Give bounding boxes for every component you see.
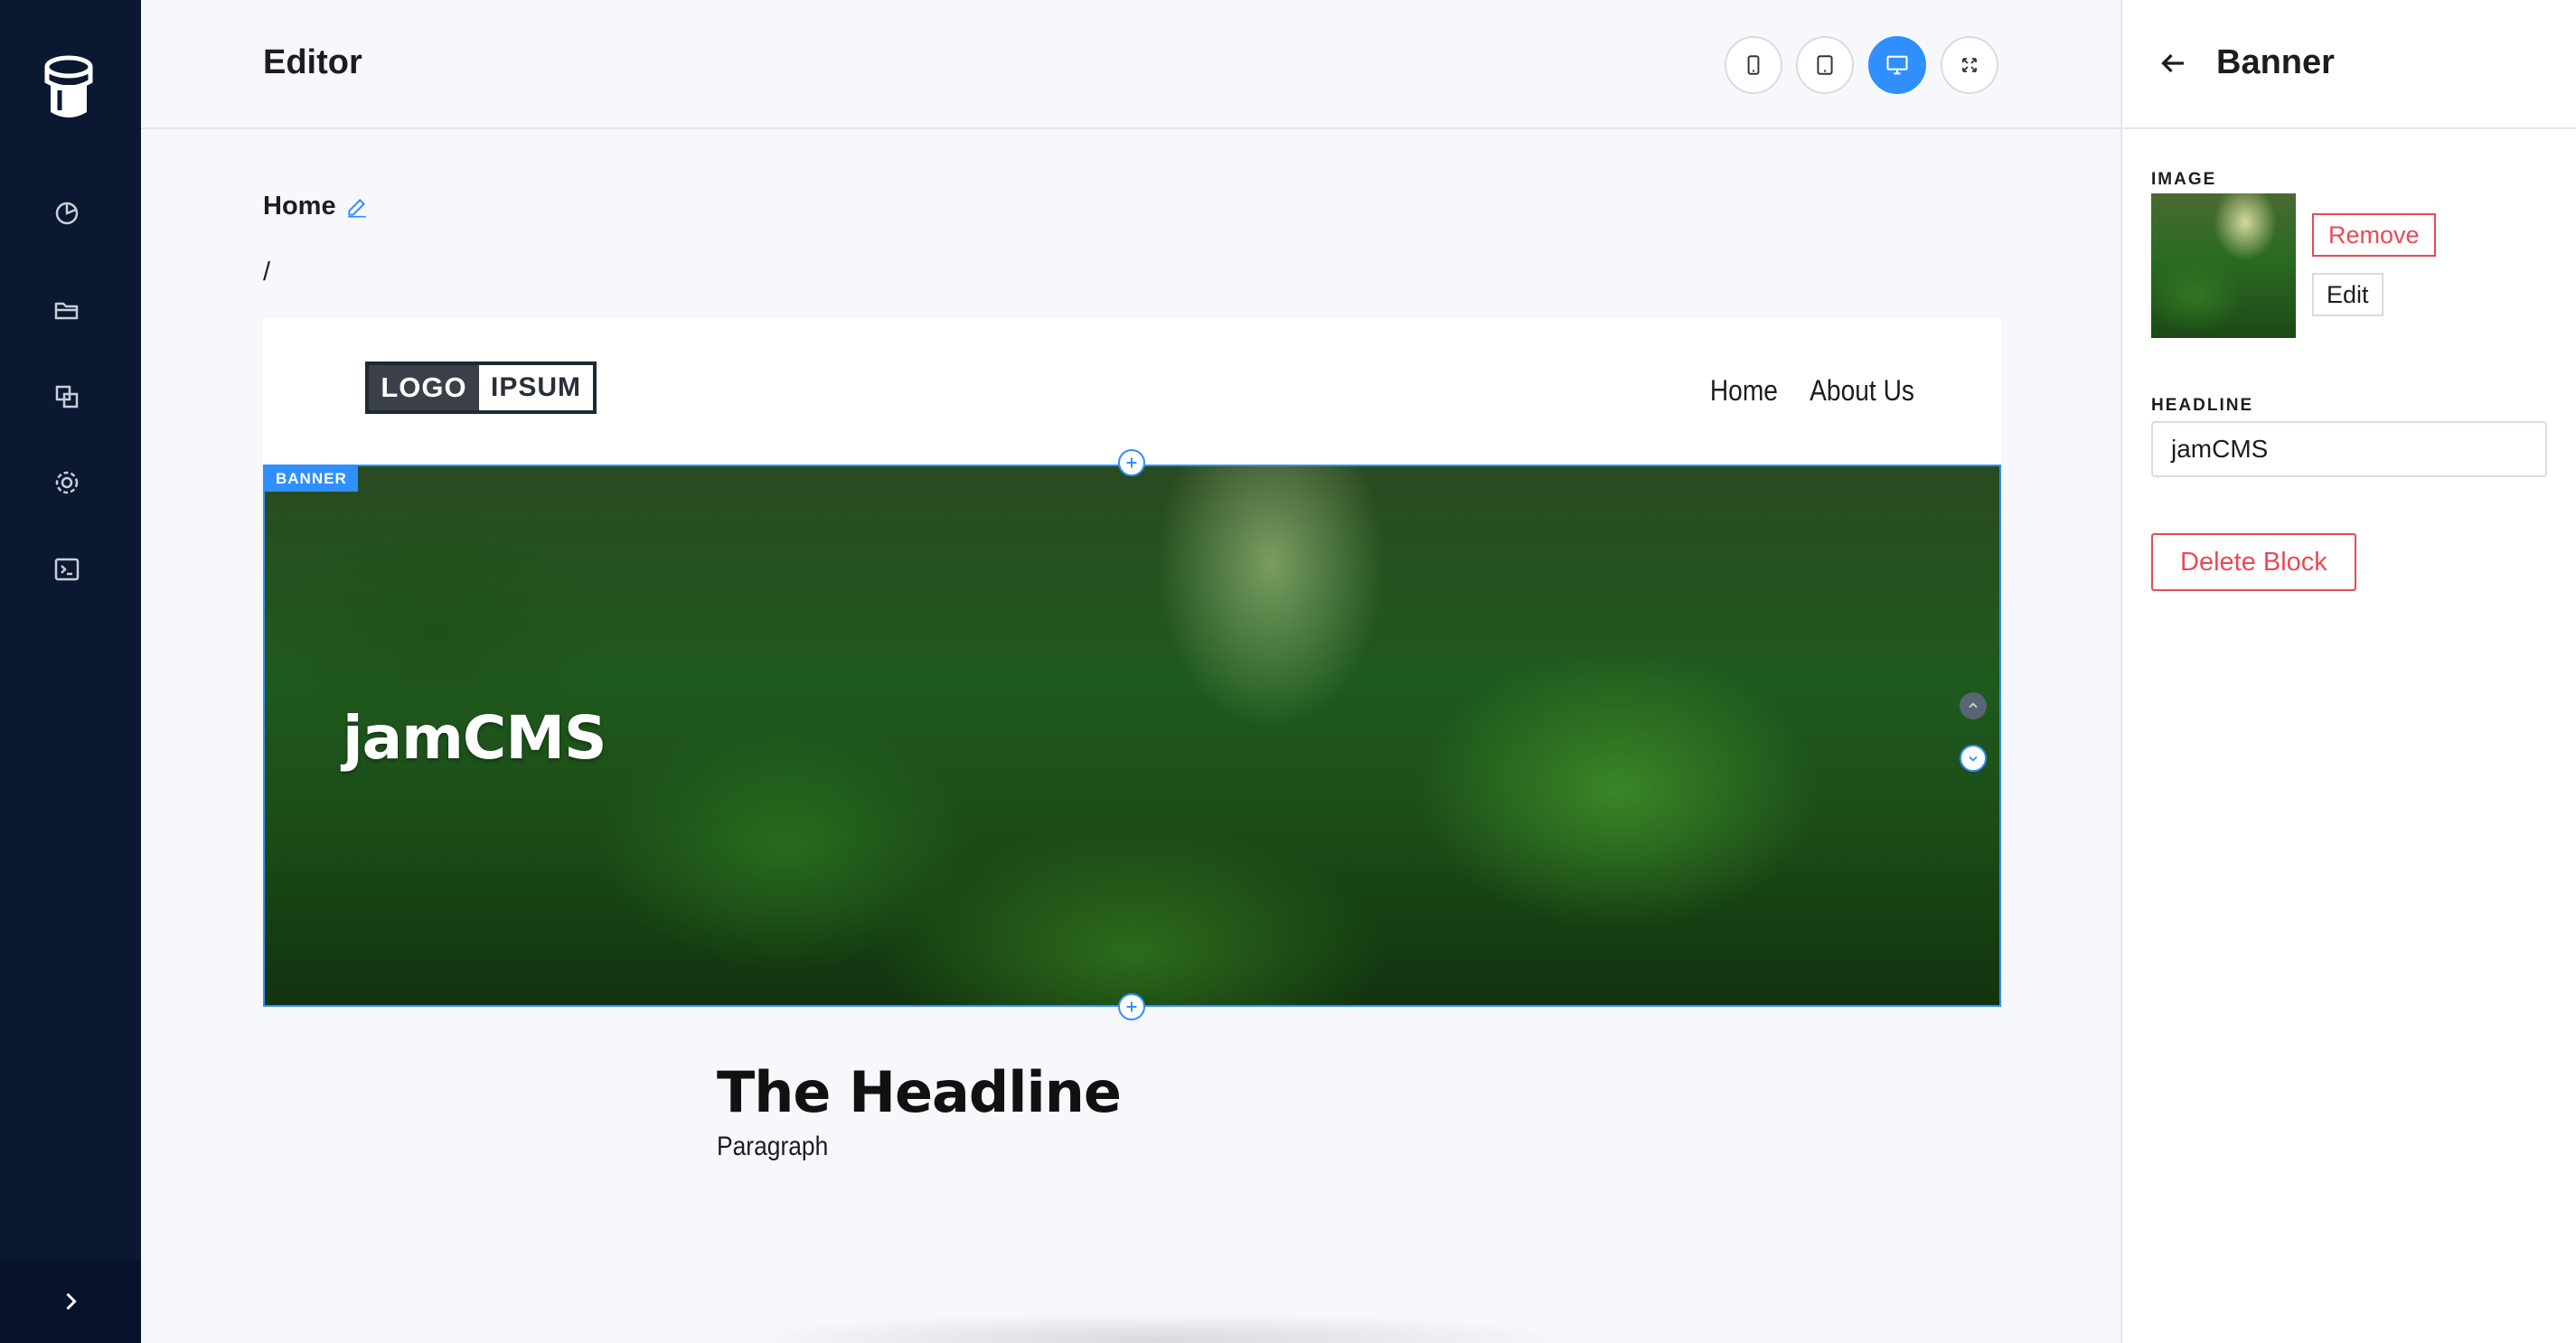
- mobile-view-button[interactable]: [1725, 36, 1782, 94]
- page-title: Editor: [263, 43, 362, 81]
- site-logo-part2: IPSUM: [490, 372, 581, 402]
- page-slug: /: [263, 258, 271, 286]
- page-name-label: Home: [263, 192, 336, 221]
- gear-icon[interactable]: [52, 468, 81, 497]
- desktop-view-button[interactable]: [1868, 36, 1926, 94]
- add-block-below-button[interactable]: [1118, 993, 1145, 1020]
- image-thumbnail[interactable]: [2151, 193, 2296, 338]
- back-button[interactable]: [2157, 47, 2189, 80]
- image-label: IMAGE: [2151, 170, 2217, 189]
- site-logo-part1: LOGO: [369, 365, 479, 410]
- arrow-left-icon: [2161, 53, 2184, 73]
- desktop-icon: [1886, 55, 1908, 75]
- delete-block-button[interactable]: Delete Block: [2151, 533, 2356, 591]
- chevron-up-icon: [1969, 702, 1978, 709]
- pencil-icon[interactable]: [345, 195, 369, 219]
- add-block-above-button[interactable]: [1118, 449, 1145, 476]
- banner-tag: BANNER: [265, 466, 358, 492]
- tablet-icon: [1817, 55, 1833, 75]
- site-nav-about[interactable]: About Us: [1810, 374, 1914, 408]
- sidebar: [0, 0, 141, 1343]
- terminal-icon[interactable]: [52, 555, 81, 584]
- banner-headline[interactable]: jamCMS: [343, 703, 607, 773]
- content-paragraph[interactable]: Paragraph: [717, 1132, 828, 1162]
- preview-shadow: [733, 1312, 1583, 1343]
- move-down-button[interactable]: [1960, 745, 1987, 772]
- site-nav-home[interactable]: Home: [1710, 374, 1778, 408]
- chevron-right-icon: [66, 1292, 77, 1310]
- jamcms-logo-icon[interactable]: [40, 54, 98, 123]
- folder-icon[interactable]: [52, 296, 81, 324]
- content-headline[interactable]: The Headline: [717, 1059, 1122, 1125]
- site-header[interactable]: LOGO IPSUM Home About Us: [263, 318, 2001, 465]
- site-nav: Home About Us: [1710, 374, 1914, 408]
- remove-image-button[interactable]: Remove: [2312, 213, 2436, 257]
- fullscreen-icon: [1962, 58, 1977, 72]
- panel-header: Banner: [2122, 0, 2576, 129]
- chevron-down-icon: [1969, 756, 1978, 762]
- sidebar-toggle-button[interactable]: [0, 1260, 141, 1343]
- plus-icon: [1126, 1001, 1137, 1012]
- editor-topbar: Editor: [141, 0, 2120, 129]
- headline-label: HEADLINE: [2151, 396, 2254, 415]
- page-preview: LOGO IPSUM Home About Us BANNER jamCMS T…: [263, 318, 2001, 1343]
- edit-image-button[interactable]: Edit: [2312, 273, 2383, 316]
- block-settings-panel: Banner IMAGE Remove Edit HEADLINE jamCMS…: [2120, 0, 2576, 1343]
- phone-icon: [1747, 55, 1760, 75]
- site-logo: LOGO IPSUM: [365, 362, 597, 414]
- dashboard-icon[interactable]: [52, 199, 81, 228]
- tablet-view-button[interactable]: [1796, 36, 1854, 94]
- fullscreen-button[interactable]: [1941, 36, 1998, 94]
- panel-title: Banner: [2216, 43, 2335, 81]
- banner-block[interactable]: BANNER jamCMS: [263, 465, 2001, 1007]
- page-name: Home: [263, 192, 369, 221]
- media-icon[interactable]: [52, 382, 81, 411]
- move-up-button[interactable]: [1960, 692, 1987, 719]
- plus-icon: [1126, 457, 1137, 468]
- headline-field[interactable]: jamCMS: [2151, 421, 2547, 477]
